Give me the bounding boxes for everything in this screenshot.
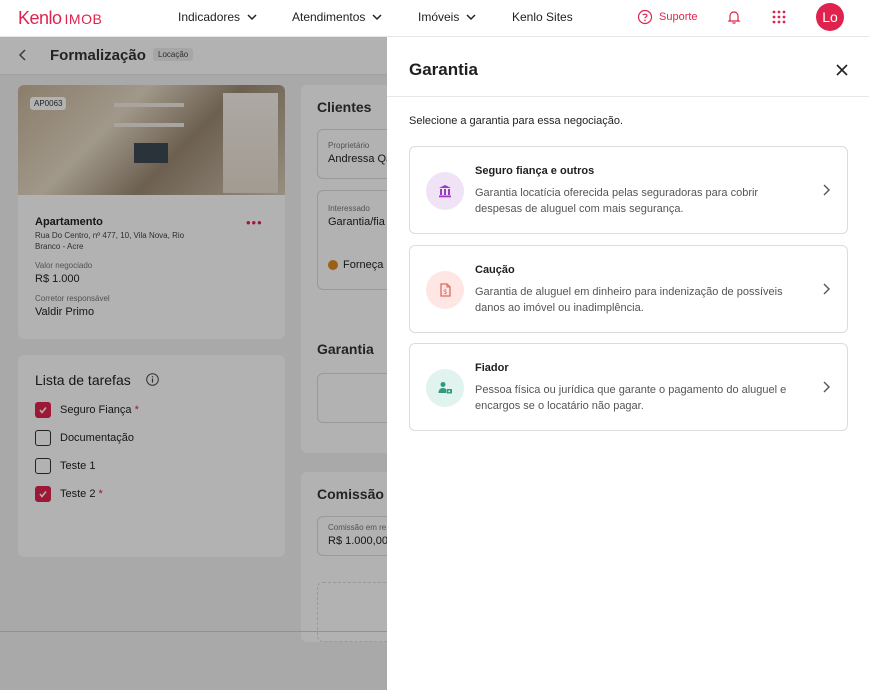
option-icon-wrap [426,369,464,407]
kenlo-logo[interactable]: Kenlo IMOB [18,8,102,29]
bank-icon [439,185,451,198]
option-title: Fiador [475,362,509,374]
nav-imoveis[interactable]: Imóveis [418,10,477,24]
option-icon-wrap [426,172,464,210]
chevron-down-icon [466,14,476,21]
help-circle-icon [637,9,653,25]
money-document-icon: $ [440,283,451,297]
option-description: Garantia locatícia oferecida pelas segur… [475,187,759,215]
option-title: Seguro fiança e outros [475,165,595,177]
close-icon[interactable] [834,62,850,78]
logo-product: IMOB [64,11,103,27]
nav-indicadores-label: Indicadores [178,10,241,24]
nav-kenlo-sites-label: Kenlo Sites [512,10,573,24]
bell-icon [727,11,741,24]
nav-atendimentos[interactable]: Atendimentos [292,10,383,24]
apps-menu-button[interactable] [772,10,786,29]
support-label: Suporte [659,11,698,23]
option-seguro-fianca[interactable]: Seguro fiança e outros Garantia locatíci… [409,146,848,234]
drawer-divider [387,96,869,97]
user-avatar[interactable]: Lo [816,3,844,31]
chevron-down-icon [372,14,382,21]
grid-dots-icon [772,10,786,24]
app-root: Kenlo IMOB Indicadores Atendimentos Imóve… [0,0,869,690]
option-caucao[interactable]: $ Caução Garantia de aluguel em dinheiro… [409,245,848,333]
notifications-button[interactable] [726,9,742,30]
nav-kenlo-sites[interactable]: Kenlo Sites [512,10,573,24]
chevron-down-icon [247,14,257,21]
chevron-right-icon [823,184,830,196]
logo-brand: Kenlo [18,8,62,28]
support-link[interactable]: Suporte [637,9,698,25]
person-money-icon [438,382,452,394]
drawer-subtitle: Selecione a garantia para essa negociaçã… [409,115,624,127]
nav-imoveis-label: Imóveis [418,10,460,24]
option-title: Caução [475,264,515,276]
nav-indicadores[interactable]: Indicadores [178,10,258,24]
chevron-right-icon [823,381,830,393]
drawer-title: Garantia [409,60,478,79]
top-navigation-bar: Kenlo IMOB Indicadores Atendimentos Imóve… [0,0,869,37]
guarantee-drawer: Garantia Selecione a garantia para essa … [387,37,869,690]
chevron-right-icon [823,283,830,295]
nav-atendimentos-label: Atendimentos [292,10,366,24]
option-description: Pessoa física ou jurídica que garante o … [475,384,787,412]
modal-backdrop[interactable] [0,37,387,690]
svg-text:$: $ [443,288,447,296]
option-description: Garantia de aluguel em dinheiro para ind… [475,286,783,314]
option-icon-wrap: $ [426,271,464,309]
option-fiador[interactable]: Fiador Pessoa física ou jurídica que gar… [409,343,848,431]
